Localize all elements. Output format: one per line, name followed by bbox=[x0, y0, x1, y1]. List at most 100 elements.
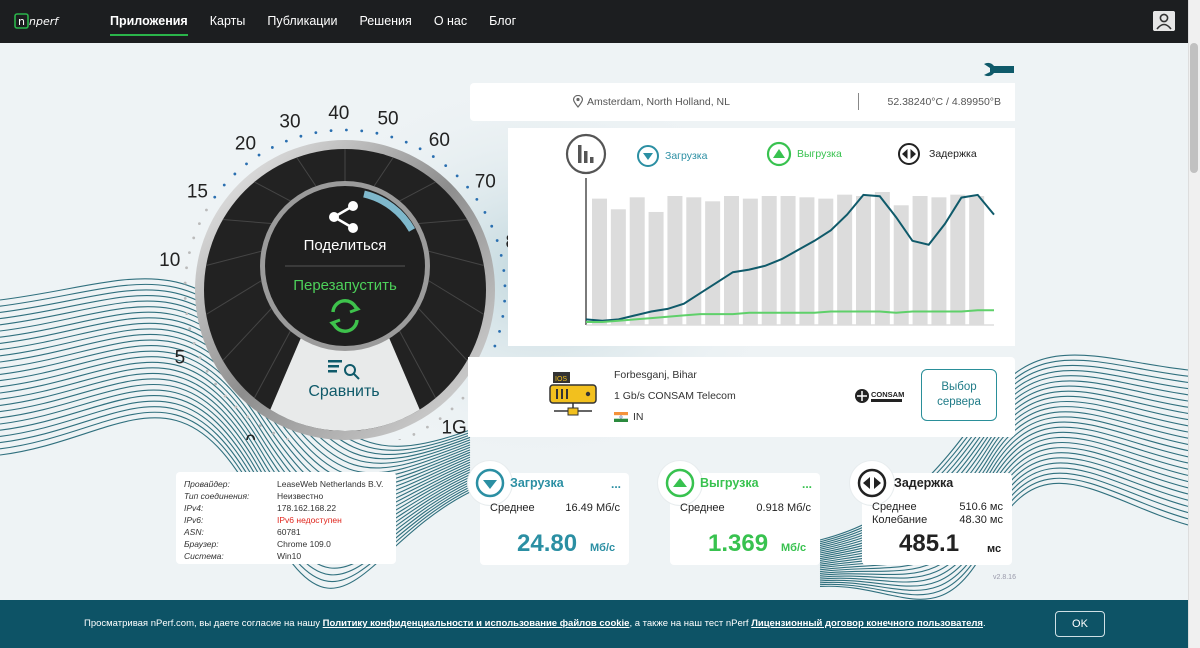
latency-jitter-label: Колебание bbox=[872, 514, 928, 526]
legend-latency[interactable]: Задержка bbox=[897, 142, 977, 166]
gauge-scale-label: 70 bbox=[475, 171, 496, 192]
version-label: v2.8.16 bbox=[993, 574, 1016, 581]
user-account-icon[interactable] bbox=[1153, 11, 1175, 31]
upload-title: Выгрузка bbox=[700, 476, 759, 490]
latency-result-card: Задержка Среднее 510.6 мс Колебание 48.3… bbox=[850, 461, 1012, 565]
coordinates-text: 52.38240°C / 4.89950°B bbox=[887, 96, 1002, 108]
server-city: Forbesganj, Bihar bbox=[614, 369, 697, 381]
info-row: ASN: 60781 bbox=[184, 527, 301, 537]
chart-bar bbox=[705, 201, 721, 325]
upload-arrow-icon bbox=[766, 141, 792, 167]
download-speed-value: 24.80 bbox=[517, 530, 578, 557]
nav-maps[interactable]: Карты bbox=[210, 0, 246, 43]
chart-bar bbox=[780, 195, 796, 325]
gauge-scale-label: 10 bbox=[160, 250, 180, 271]
location-separator bbox=[858, 93, 859, 110]
upload-more-button[interactable]: ... bbox=[802, 477, 812, 491]
location-text: Amsterdam, North Holland, NL bbox=[587, 96, 730, 108]
latency-avg-value: 510.6 мс bbox=[959, 501, 1003, 513]
chart-bar bbox=[610, 209, 626, 325]
chart-bar bbox=[761, 195, 777, 325]
server-provider: 1 Gb/s CONSAM Telecom bbox=[614, 390, 736, 402]
nav-about[interactable]: О нас bbox=[434, 0, 467, 43]
select-server-button[interactable]: Выбор сервера bbox=[921, 369, 997, 421]
download-unit: Мб/с bbox=[590, 542, 616, 554]
info-row: Система: Win10 bbox=[184, 551, 302, 561]
chart-bar bbox=[592, 198, 607, 325]
gauge-scale-label: 30 bbox=[279, 112, 300, 133]
chart-bar bbox=[629, 197, 645, 325]
upload-arrow-icon bbox=[658, 461, 702, 505]
info-row: Тип соединения: Неизвестно bbox=[184, 491, 324, 501]
gauge-scale-label: 40 bbox=[328, 103, 349, 124]
svg-text:IOS: IOS bbox=[555, 376, 567, 383]
nav-solutions[interactable]: Решения bbox=[359, 0, 411, 43]
svg-text:CONSAM: CONSAM bbox=[871, 390, 904, 399]
gauge-scale-label: 60 bbox=[429, 130, 450, 151]
legend-download[interactable]: Загрузка bbox=[636, 144, 707, 168]
location-bar: Amsterdam, North Holland, NL 52.38240°C … bbox=[470, 83, 1015, 121]
latency-title: Задержка bbox=[894, 476, 954, 490]
cookie-ok-button[interactable]: OK bbox=[1055, 611, 1105, 637]
chart-bar bbox=[969, 195, 985, 325]
latency-avg-label: Среднее bbox=[872, 501, 917, 513]
download-more-button[interactable]: ... bbox=[611, 477, 621, 491]
legend-upload-label: Выгрузка bbox=[797, 148, 842, 160]
legend-download-label: Загрузка bbox=[665, 150, 708, 162]
share-label[interactable]: Поделиться bbox=[304, 237, 387, 254]
gauge-scale-label: 15 bbox=[187, 181, 208, 202]
info-row: Браузер: Chrome 109.0 bbox=[184, 539, 331, 549]
chart-bar bbox=[856, 195, 871, 325]
chart-bar bbox=[931, 197, 947, 325]
info-row: IPv6: IPv6 недоступен bbox=[184, 515, 342, 525]
info-row: Провайдер: LeaseWeb Netherlands B.V. bbox=[184, 479, 384, 489]
chart-bar bbox=[874, 192, 890, 325]
settings-wrench-icon[interactable] bbox=[980, 60, 1016, 80]
chart-bar bbox=[912, 195, 928, 325]
gauge-scale-label: 50 bbox=[377, 108, 398, 129]
consam-logo: CONSAM bbox=[855, 389, 904, 403]
cookie-consent-bar: Просматривая nPerf.com, вы даете согласи… bbox=[0, 600, 1188, 648]
upload-speed-value: 1.369 bbox=[708, 530, 769, 557]
legend-upload[interactable]: Выгрузка bbox=[766, 141, 842, 167]
download-arrow-icon bbox=[468, 461, 512, 505]
nav-apps[interactable]: Приложения bbox=[110, 0, 188, 43]
speed-chart-panel: Загрузка Выгрузка Задержка bbox=[508, 128, 1015, 346]
privacy-policy-link[interactable]: Политику конфиденциальности и использова… bbox=[323, 618, 630, 629]
upload-avg-value: 0.918 Мб/с bbox=[756, 502, 811, 514]
nav-blog[interactable]: Блог bbox=[489, 0, 516, 43]
chart-bar bbox=[837, 194, 853, 325]
page-scrollbar-thumb[interactable] bbox=[1190, 43, 1198, 173]
cookie-text: Просматривая nPerf.com, вы даете согласи… bbox=[84, 618, 986, 629]
eula-link[interactable]: Лицензионный договор конечного пользоват… bbox=[751, 618, 983, 629]
chart-bar bbox=[818, 198, 834, 325]
download-result-card: Загрузка ... Среднее 16.49 Мб/с 24.80 Мб… bbox=[468, 461, 629, 565]
chart-bar bbox=[799, 197, 815, 325]
info-row: IPv4: 178.162.168.22 bbox=[184, 503, 337, 513]
server-country: IN bbox=[633, 411, 644, 423]
latency-value: 485.1 bbox=[899, 530, 960, 557]
restart-label[interactable]: Перезапустить bbox=[293, 277, 397, 294]
server-panel: IOS Forbesganj, Bihar 1 Gb/s CONSAM Tele… bbox=[468, 357, 1015, 437]
svg-text:n: n bbox=[18, 15, 25, 28]
india-flag-icon bbox=[614, 412, 628, 422]
latency-icon bbox=[850, 461, 894, 505]
upload-unit: Мб/с bbox=[781, 542, 807, 554]
top-navbar: n nperf Приложения Карты Публикации Реше… bbox=[0, 0, 1188, 43]
nav-publications[interactable]: Публикации bbox=[267, 0, 337, 43]
chart-bar bbox=[742, 198, 758, 325]
latency-icon bbox=[898, 143, 920, 165]
upload-result-card: Выгрузка ... Среднее 0.918 Мб/с 1.369 Мб… bbox=[658, 461, 820, 565]
latency-unit: мс bbox=[987, 543, 1002, 555]
gauge-scale-label: 0 bbox=[245, 432, 256, 440]
chart-bar bbox=[648, 211, 664, 325]
nperf-logo[interactable]: n nperf bbox=[14, 11, 66, 31]
chart-type-icon[interactable] bbox=[565, 133, 607, 175]
chart-bar bbox=[724, 195, 739, 325]
chart-bar bbox=[686, 197, 702, 325]
compare-label[interactable]: Сравнить bbox=[308, 383, 379, 400]
location-pin-icon bbox=[573, 95, 583, 108]
download-arrow-icon bbox=[637, 145, 659, 167]
server-icon: IOS bbox=[549, 372, 597, 416]
legend-latency-label: Задержка bbox=[929, 148, 977, 160]
